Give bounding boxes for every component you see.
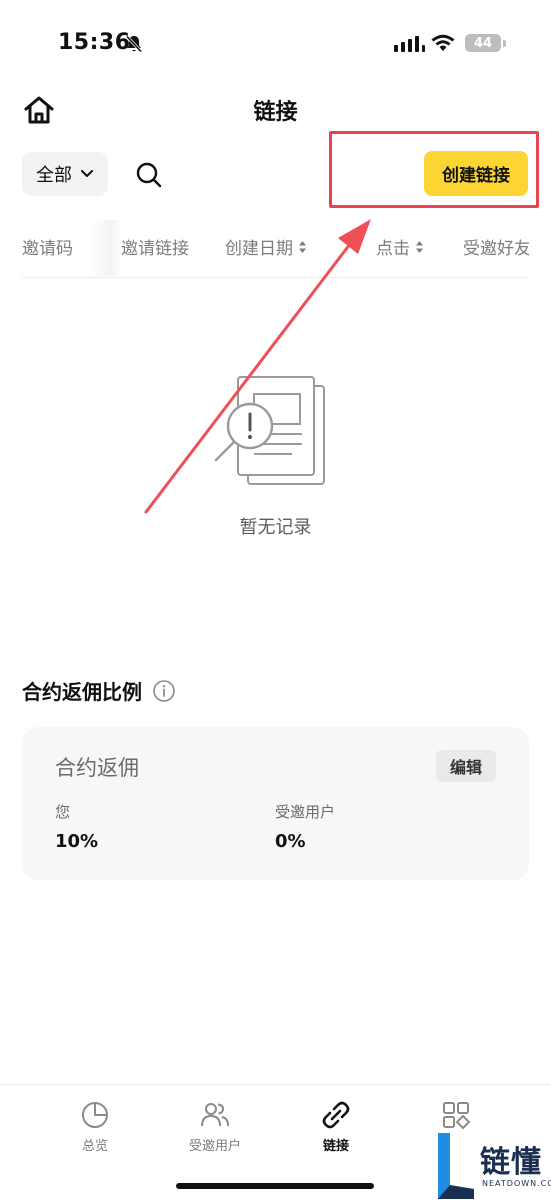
empty-state-text: 暂无记录: [239, 517, 312, 538]
tab-links[interactable]: 链接: [286, 1099, 386, 1154]
table-header: 邀请码 邀请链接 创建日期 点击 受邀好友: [22, 220, 529, 278]
home-indicator: [176, 1183, 374, 1189]
you-label: 您: [55, 803, 71, 821]
status-bar: 15:36 44: [0, 0, 551, 90]
page-title: 链接: [253, 100, 298, 125]
column-header-clicks[interactable]: 点击: [376, 234, 424, 259]
users-icon: [201, 1103, 229, 1127]
battery-cap: [503, 40, 506, 47]
commission-section-title: 合约返佣比例: [22, 676, 176, 705]
watermark-logo: 链懂 NEATDOWN.COM: [436, 1133, 551, 1200]
column-header-invited-friends[interactable]: 受邀好友: [463, 234, 529, 259]
search-icon[interactable]: [134, 160, 164, 190]
link-icon: [322, 1101, 350, 1129]
cellular-signal-icon: [394, 34, 425, 52]
invitee-label: 受邀用户: [275, 803, 336, 821]
watermark-brand: 链懂: [480, 1145, 542, 1180]
create-link-button[interactable]: 创建链接: [424, 151, 528, 196]
invitee-value: 0%: [275, 831, 306, 852]
chevron-down-icon: [81, 170, 93, 177]
sort-icon: [416, 240, 423, 253]
info-icon[interactable]: [152, 679, 176, 703]
column-header-created-date[interactable]: 创建日期: [225, 234, 307, 259]
tab-more[interactable]: [406, 1099, 506, 1131]
filter-dropdown[interactable]: 全部: [22, 152, 108, 196]
edit-button[interactable]: 编辑: [436, 750, 496, 782]
empty-records-icon: [214, 376, 325, 485]
apps-grid-icon: [443, 1102, 471, 1130]
battery-level: 44: [473, 35, 493, 51]
tab-overview[interactable]: 总览: [45, 1099, 145, 1154]
watermark-l-icon: [438, 1133, 474, 1199]
tab-invited-users[interactable]: 受邀用户: [165, 1099, 265, 1154]
watermark-domain: NEATDOWN.COM: [482, 1179, 551, 1188]
card-title: 合约返佣: [55, 756, 139, 780]
column-header-invite-code[interactable]: 邀请码: [22, 234, 73, 259]
commission-card: 合约返佣 编辑 您 10% 受邀用户 0%: [22, 727, 529, 880]
wifi-icon: [431, 34, 455, 51]
column-header-invite-link[interactable]: 邀请链接: [121, 234, 189, 259]
sort-icon: [299, 240, 306, 253]
status-time: 15:36: [58, 30, 131, 55]
you-value: 10%: [55, 831, 99, 852]
sticky-column-shadow: [92, 220, 122, 276]
bell-muted-icon: [125, 35, 143, 53]
battery-icon: 44: [465, 34, 501, 52]
pie-chart-icon: [82, 1102, 108, 1128]
filter-label: 全部: [36, 165, 72, 186]
